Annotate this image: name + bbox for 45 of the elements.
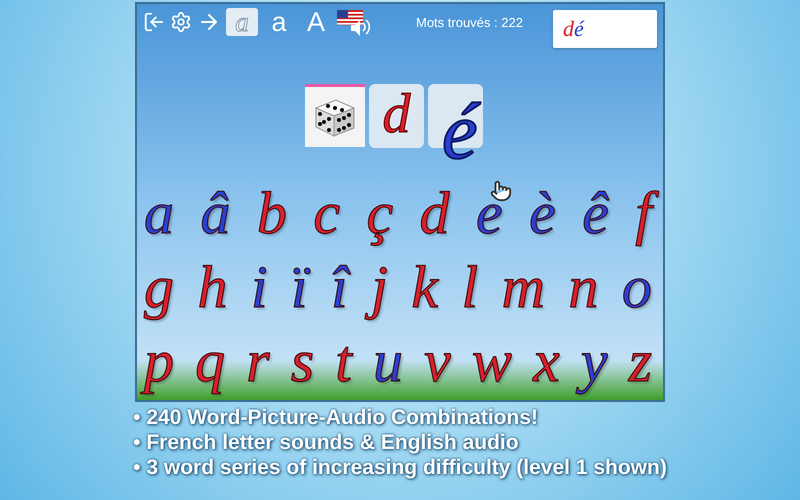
letter-tile[interactable]: q	[192, 324, 232, 398]
score-text: Mots trouvés : 222	[416, 14, 523, 30]
dragged-letter[interactable]: é	[442, 92, 478, 172]
letter-tile[interactable]: r	[243, 324, 277, 398]
font-button[interactable]: a	[263, 8, 295, 36]
letter-tile[interactable]: x	[530, 324, 567, 398]
feature-text: • French letter sounds & English audio	[133, 431, 519, 455]
letter-tile[interactable]: o	[618, 250, 659, 324]
letter-tile[interactable]: l	[458, 250, 486, 324]
settings-icon[interactable]	[170, 11, 192, 33]
font-button[interactable]: A	[300, 8, 332, 36]
letter-tile[interactable]: c	[310, 176, 347, 250]
letter-tile[interactable]: î	[328, 250, 355, 324]
letter-tile[interactable]: i	[248, 250, 275, 324]
letter-tile[interactable]: g	[141, 250, 181, 324]
flag-speaker-icon[interactable]	[337, 8, 371, 36]
letter-tile[interactable]: ç	[363, 176, 400, 250]
card-letter: é	[574, 16, 584, 42]
exit-icon[interactable]	[143, 11, 165, 33]
letter-tile[interactable]: t	[332, 324, 359, 398]
letter-tile[interactable]: m	[498, 250, 552, 324]
letter-slot: d	[369, 84, 424, 148]
letter-tile[interactable]: d	[416, 176, 457, 250]
letter-tile[interactable]: e	[473, 176, 510, 250]
letter-tile[interactable]: è	[526, 176, 563, 250]
hand-pointer-icon	[490, 180, 512, 202]
letter-tile[interactable]: u	[370, 324, 410, 398]
feature-text: • 3 word series of increasing difficulty (level 1 shown)	[133, 456, 667, 480]
card-letter: d	[563, 16, 574, 42]
letter-tile[interactable]: z	[626, 324, 659, 398]
letter-tile[interactable]: f	[632, 176, 659, 250]
letter-tile[interactable]: n	[565, 250, 606, 324]
letter-tile[interactable]: â	[197, 176, 238, 250]
letter-tile[interactable]: ï	[288, 250, 315, 324]
letter-tile[interactable]: s	[288, 324, 322, 398]
letter-tile[interactable]: b	[254, 176, 294, 250]
letter-tile[interactable]: a	[141, 176, 181, 250]
letter-tile[interactable]: p	[141, 324, 181, 398]
letter-tile[interactable]: ê	[579, 176, 616, 250]
feature-text: • 240 Word-Picture-Audio Combinations!	[133, 406, 538, 430]
letter-tile[interactable]: k	[408, 250, 446, 324]
letter-tile[interactable]: y	[578, 324, 614, 398]
letter-tile[interactable]: h	[194, 250, 234, 324]
letter-tile[interactable]: v	[421, 324, 458, 398]
letter-tile[interactable]: w	[468, 324, 519, 398]
